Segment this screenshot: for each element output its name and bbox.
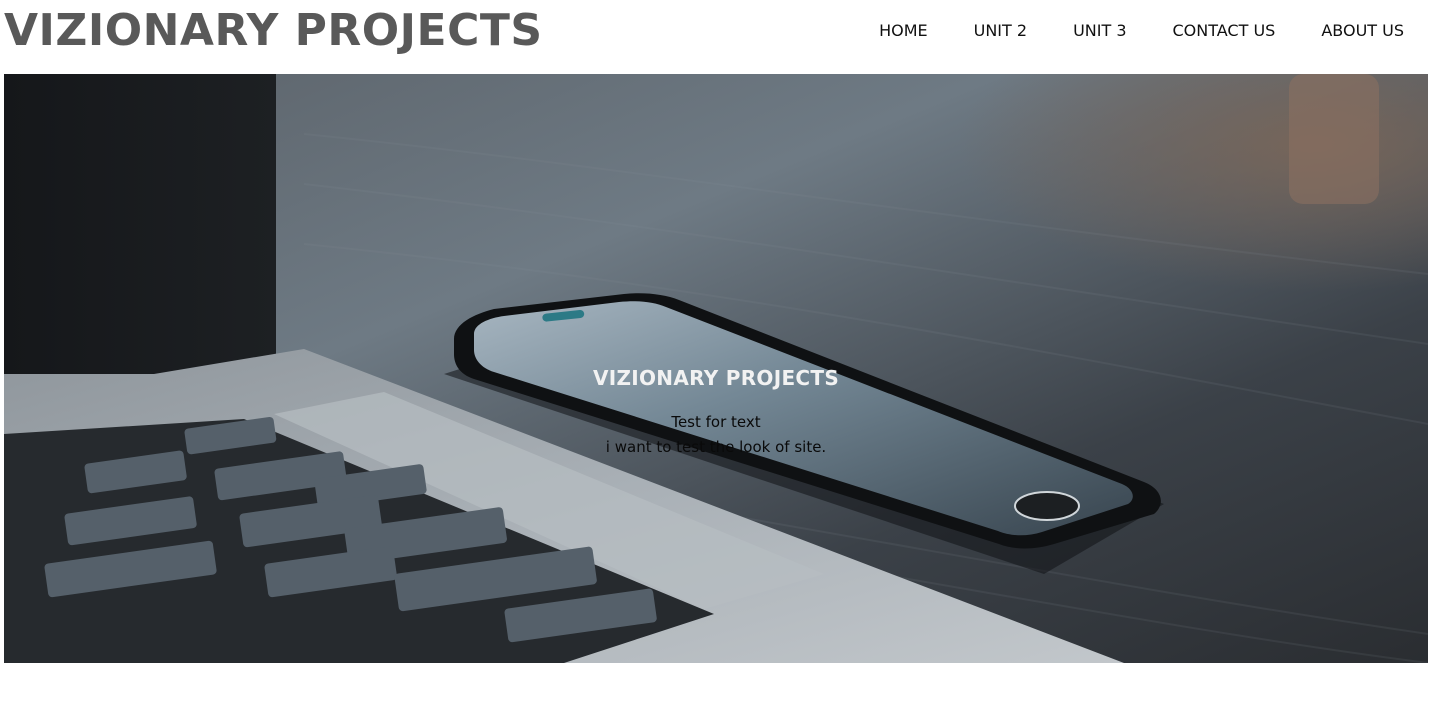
nav-link-contact-us[interactable]: CONTACT US (1173, 21, 1276, 40)
nav-link-unit-2[interactable]: UNIT 2 (974, 21, 1027, 40)
nav-list: HOME UNIT 2 UNIT 3 CONTACT US ABOUT US (879, 20, 1404, 42)
hero-title: VIZIONARY PROJECTS (592, 366, 840, 390)
nav-item-contact-us: CONTACT US (1173, 20, 1276, 42)
hero-banner: VIZIONARY PROJECTS Test for text i want … (4, 74, 1428, 663)
nav-item-unit-3: UNIT 3 (1073, 20, 1126, 42)
site-header: VIZIONARY PROJECTS HOME UNIT 2 UNIT 3 CO… (0, 0, 1434, 74)
site-logo[interactable]: VIZIONARY PROJECTS (4, 2, 543, 60)
hero-line-2: i want to test the look of site. (605, 438, 827, 456)
hero-text: VIZIONARY PROJECTS Test for text i want … (4, 364, 1428, 460)
nav-link-about-us[interactable]: ABOUT US (1321, 21, 1404, 40)
nav-link-home[interactable]: HOME (879, 21, 928, 40)
hero-line-1: Test for text (671, 413, 761, 431)
nav-item-home: HOME (879, 20, 928, 42)
nav-item-unit-2: UNIT 2 (974, 20, 1027, 42)
nav-link-unit-3[interactable]: UNIT 3 (1073, 21, 1126, 40)
nav-item-about-us: ABOUT US (1321, 20, 1404, 42)
